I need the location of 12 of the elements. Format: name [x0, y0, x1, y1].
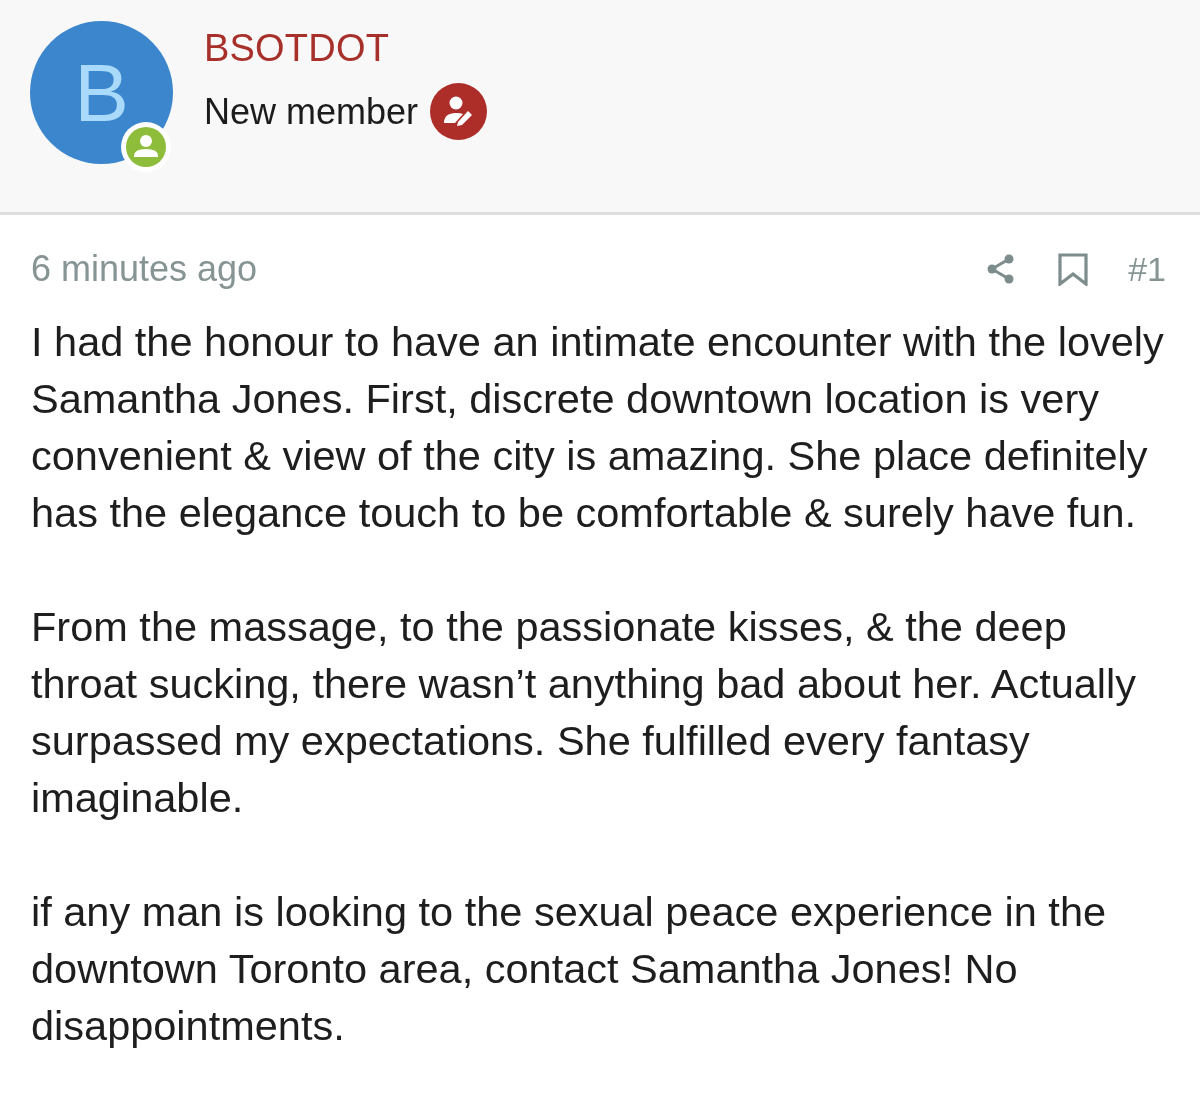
post-time: 6 minutes ago	[31, 247, 259, 291]
person-badge-icon	[121, 122, 171, 172]
avatar[interactable]: B	[30, 21, 173, 164]
username[interactable]: BSOTDOT	[204, 27, 488, 69]
person-pencil-icon	[430, 83, 488, 140]
post-number-link[interactable]: #1	[1128, 247, 1166, 291]
post-paragraph: I had the honour to have an intimate encounter with the lovely Samantha Jones. First, discrete downtown location is very convenient & view of the city is amazing. She place definitely has the elegance touch to be comfortable & surely have fun.	[31, 317, 1165, 538]
member-role: New member	[204, 91, 419, 132]
post-paragraph: From the massage, to the passionate kisses, & the deep throat sucking, there wasn’t anything bad about her. Actually surpassed my expectations. She fulfilled every fantasy imaginable.	[31, 602, 1138, 823]
bookmark-button[interactable]	[1058, 252, 1089, 286]
post-paragraph: if any man is looking to the sexual peace experience in the downtown Toronto area, contact Samantha Jones! No disappointments.	[31, 887, 1108, 1051]
avatar-letter: B	[74, 51, 129, 134]
